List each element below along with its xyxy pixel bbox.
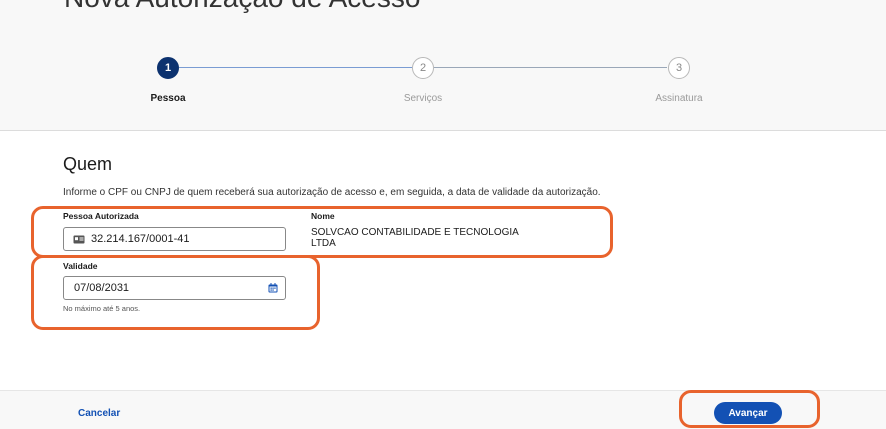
step-2-label: Serviços xyxy=(403,93,443,104)
stepper-connector xyxy=(434,67,667,68)
step-3-label: Assinatura xyxy=(655,93,703,104)
section-title: Quem xyxy=(63,154,113,174)
page-title: Nova Autorização de Acesso xyxy=(64,0,420,14)
highlight-validade xyxy=(31,255,320,330)
step-3-indicator[interactable]: 3 xyxy=(668,57,690,79)
stepper-header xyxy=(0,0,886,131)
stepper-connector xyxy=(179,67,412,68)
cancel-button[interactable]: Cancelar xyxy=(78,408,120,419)
step-2-indicator[interactable]: 2 xyxy=(412,57,434,79)
step-1-indicator[interactable]: 1 xyxy=(157,57,179,79)
step-1-label: Pessoa xyxy=(150,93,186,104)
instructions-text: Informe o CPF ou CNPJ de quem receberá s… xyxy=(63,187,601,198)
highlight-pessoa-nome xyxy=(31,206,613,258)
highlight-advance-button xyxy=(679,390,820,428)
